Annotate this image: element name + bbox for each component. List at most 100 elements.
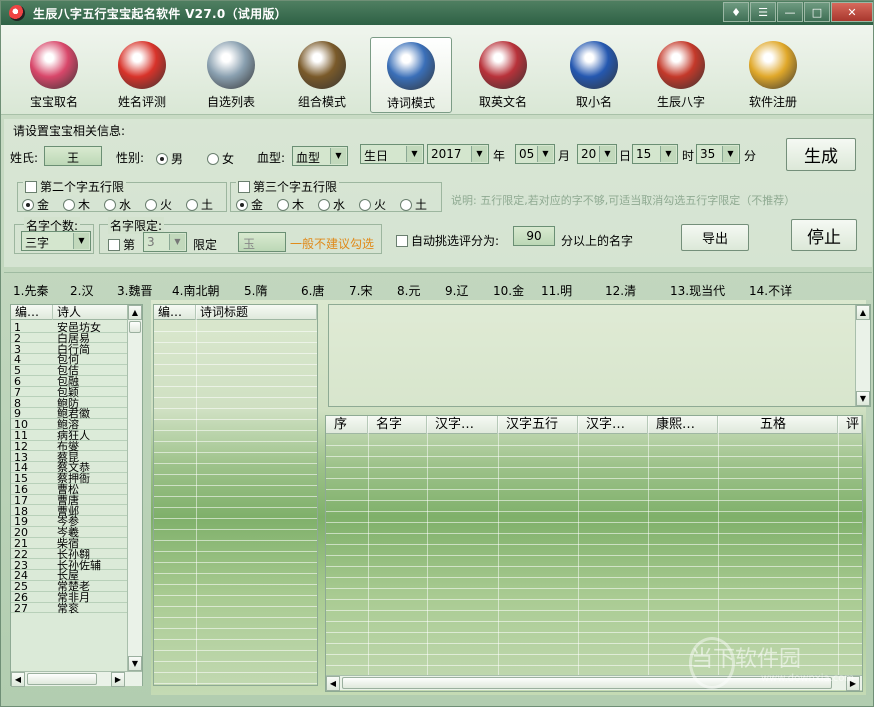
auto-select-checkbox[interactable]: 自动挑选评分为:: [396, 232, 499, 249]
second-char-element-radio[interactable]: 金: [22, 196, 49, 213]
blood-type-select[interactable]: 血型: [292, 146, 348, 166]
third-char-element-radio[interactable]: 火: [359, 196, 386, 213]
scroll-left-icon[interactable]: ◀: [11, 672, 25, 687]
results-column-header[interactable]: 汉字…: [427, 416, 498, 434]
gender-male-radio[interactable]: 男: [156, 150, 183, 167]
dynasty-tab[interactable]: 7.宋: [349, 282, 372, 299]
poet-vscroll[interactable]: ▲ ▼: [127, 305, 142, 671]
toolbar-button-1[interactable]: 姓名评测: [101, 37, 183, 113]
name-count-select[interactable]: 三字: [21, 231, 91, 251]
third-char-element-radio[interactable]: 土: [400, 196, 427, 213]
table-row[interactable]: 2 白居易: [11, 333, 128, 344]
poem-col-id[interactable]: 编…: [154, 305, 196, 320]
poem-list[interactable]: 编… 诗词标题: [153, 304, 318, 686]
lock-icon: [749, 41, 797, 89]
scroll-right-icon[interactable]: ▶: [111, 672, 125, 687]
table-row[interactable]: 22 长孙翱: [11, 549, 128, 560]
surname-input[interactable]: 王: [44, 146, 102, 166]
title-bar[interactable]: 生辰八字五行宝宝起名软件 V27.0（试用版） ♦ ☰ — □ ✕: [1, 1, 873, 25]
minimize-button[interactable]: —: [777, 2, 803, 22]
table-row[interactable]: 17 曹唐: [11, 495, 128, 506]
table-row[interactable]: 12 布燮: [11, 441, 128, 452]
dynasty-tab[interactable]: 12.清: [605, 282, 636, 299]
score-suffix: 分以上的名字: [561, 234, 634, 248]
toolbar-button-5[interactable]: 取英文名: [462, 37, 544, 113]
scroll-down-icon[interactable]: ▼: [856, 391, 870, 406]
export-button[interactable]: 导出: [681, 224, 749, 251]
limit-position-select[interactable]: 3: [143, 232, 187, 252]
results-column-header[interactable]: 汉字…: [578, 416, 648, 434]
poet-list[interactable]: 编… 诗人 1 安邑坊女 2 白居易 3 白行简 4 包何 5 包佶 6 包融 7 包颖 8 鲍防 9 鲍君徽 10…: [10, 304, 143, 687]
dynasty-tab[interactable]: 1.先秦: [13, 282, 48, 299]
score-input[interactable]: 90: [513, 226, 555, 246]
column-divider: [368, 416, 369, 675]
second-char-title[interactable]: 第二个字五行限: [23, 178, 127, 195]
maximize-button[interactable]: □: [804, 2, 830, 22]
hour-select[interactable]: 15: [632, 144, 678, 164]
day-select[interactable]: 20: [577, 144, 617, 164]
dynasty-tab[interactable]: 5.隋: [244, 282, 267, 299]
poet-hscroll[interactable]: ◀ ▶: [11, 671, 142, 687]
dynasty-tab[interactable]: 11.明: [541, 282, 572, 299]
toolbar-label: 取小名: [575, 95, 612, 109]
results-column-header[interactable]: 汉字五行: [498, 416, 578, 434]
radio-empty-icon: [63, 198, 75, 211]
table-row[interactable]: 7 包颖: [11, 387, 128, 398]
dynasty-tab[interactable]: 3.魏晋: [117, 282, 152, 299]
third-char-element-radio[interactable]: 木: [277, 196, 304, 213]
scroll-thumb[interactable]: [27, 673, 97, 685]
scroll-thumb[interactable]: [129, 321, 141, 333]
birth-type-select[interactable]: 生日: [360, 144, 424, 164]
second-char-element-radio[interactable]: 土: [186, 196, 213, 213]
results-column-header[interactable]: 序: [326, 416, 368, 434]
poet-col-id[interactable]: 编…: [11, 305, 53, 320]
year-select[interactable]: 2017: [427, 144, 489, 164]
close-button[interactable]: ✕: [831, 2, 873, 22]
limit-char-input[interactable]: 玉: [238, 232, 286, 252]
content-vscroll[interactable]: ▲ ▼: [855, 305, 870, 406]
dynasty-tab[interactable]: 10.金: [493, 282, 524, 299]
table-row[interactable]: 27 常衮: [11, 603, 128, 614]
dynasty-tab[interactable]: 13.现当代: [670, 282, 725, 299]
second-char-element-radio[interactable]: 木: [63, 196, 90, 213]
scroll-thumb[interactable]: [342, 677, 832, 689]
scroll-up-icon[interactable]: ▲: [128, 305, 142, 320]
toolbar-button-0[interactable]: 宝宝取名: [13, 37, 95, 113]
dynasty-tab[interactable]: 8.元: [397, 282, 420, 299]
toolbar-button-4[interactable]: 诗词模式: [370, 37, 452, 113]
third-char-element-radio[interactable]: 水: [318, 196, 345, 213]
toolbar-button-6[interactable]: 取小名: [553, 37, 635, 113]
toolbar-button-8[interactable]: 软件注册: [732, 37, 814, 113]
menu-icon[interactable]: ☰: [750, 2, 776, 22]
dynasty-tab[interactable]: 9.辽: [445, 282, 468, 299]
month-select[interactable]: 05: [515, 144, 555, 164]
toolbar-button-3[interactable]: 组合模式: [281, 37, 363, 113]
limit-position-checkbox[interactable]: 第: [108, 236, 135, 253]
dynasty-tab[interactable]: 6.唐: [301, 282, 324, 299]
toolbar-button-7[interactable]: 生辰八字: [640, 37, 722, 113]
dynasty-tab[interactable]: 4.南北朝: [172, 282, 219, 299]
scroll-down-icon[interactable]: ▼: [128, 656, 142, 671]
scroll-up-icon[interactable]: ▲: [856, 305, 870, 320]
poem-col-title[interactable]: 诗词标题: [196, 305, 317, 320]
scroll-left-icon[interactable]: ◀: [326, 676, 340, 691]
minute-select[interactable]: 35: [696, 144, 740, 164]
results-column-header[interactable]: 五格: [718, 416, 838, 434]
results-column-header[interactable]: 名字: [368, 416, 427, 434]
second-char-element-radio[interactable]: 火: [145, 196, 172, 213]
stop-button[interactable]: 停止: [791, 219, 857, 251]
toolbar-button-2[interactable]: 自选列表: [190, 37, 272, 113]
poem-content-area[interactable]: ▲ ▼: [328, 304, 871, 407]
generate-button[interactable]: 生成: [786, 138, 856, 171]
gender-female-radio[interactable]: 女: [207, 150, 234, 167]
dynasty-tab[interactable]: 2.汉: [70, 282, 93, 299]
results-column-header[interactable]: 评: [838, 416, 862, 434]
globe-bird-icon: [570, 41, 618, 89]
skin-icon[interactable]: ♦: [723, 2, 749, 22]
third-char-element-radio[interactable]: 金: [236, 196, 263, 213]
results-column-header[interactable]: 康熙…: [648, 416, 718, 434]
second-char-element-radio[interactable]: 水: [104, 196, 131, 213]
dynasty-tab[interactable]: 14.不详: [749, 282, 792, 299]
third-char-title[interactable]: 第三个字五行限: [236, 178, 340, 195]
poet-col-name[interactable]: 诗人: [53, 305, 128, 320]
